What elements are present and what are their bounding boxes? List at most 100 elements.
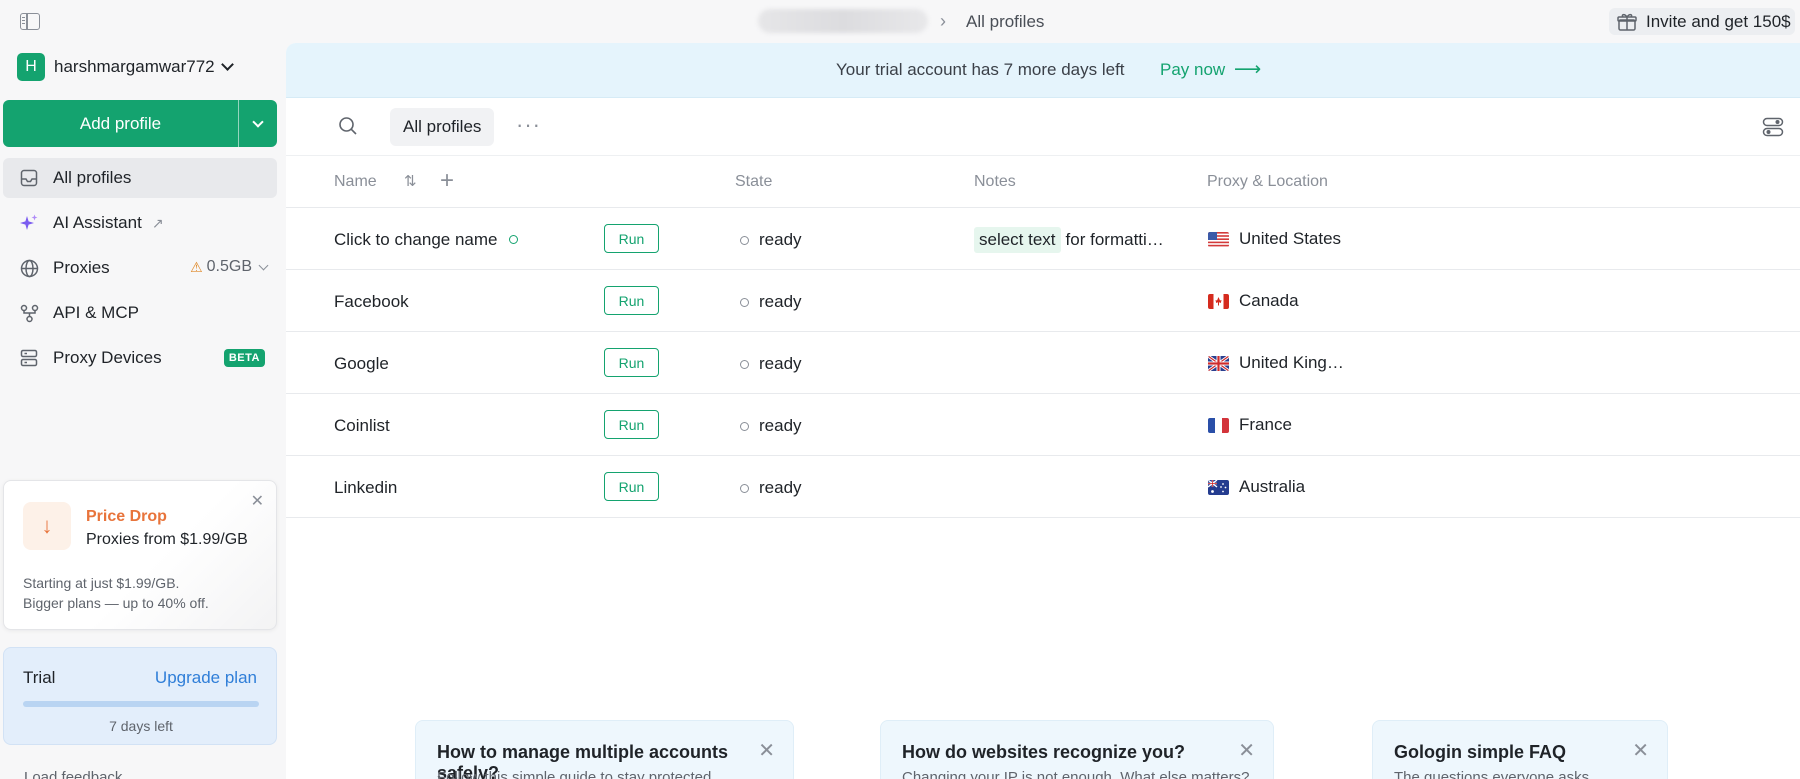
run-button[interactable]: Run <box>604 472 659 501</box>
close-icon[interactable]: ✕ <box>1238 738 1255 763</box>
run-button[interactable]: Run <box>604 224 659 253</box>
profile-name[interactable]: Click to change name <box>334 230 519 250</box>
state-text: ready <box>759 292 802 311</box>
sidebar-item-all-profiles[interactable]: All profiles <box>3 158 277 198</box>
sort-icon[interactable]: ⇅ <box>404 172 417 190</box>
trial-progress-bar <box>23 701 259 707</box>
price-drop-promo[interactable]: ↓ Price Drop Proxies from $1.99/GB ✕ Sta… <box>3 480 277 630</box>
account-name: harshmargamwar772 <box>54 57 215 76</box>
view-settings-icon[interactable] <box>1762 117 1784 142</box>
proxy-location: United King… <box>1239 353 1344 372</box>
note-tag: select text <box>974 227 1061 253</box>
help-card[interactable]: How do websites recognize you? Changing … <box>880 720 1274 779</box>
state-text: ready <box>759 354 802 373</box>
sidebar-item-label: Load feedback <box>24 769 123 779</box>
profile-proxy[interactable]: United King… <box>1208 353 1344 373</box>
sidebar: H harshmargamwar772 Add profile All prof… <box>0 43 286 779</box>
profile-name[interactable]: Coinlist <box>334 416 390 436</box>
promo-title: Price Drop <box>86 508 167 525</box>
run-button[interactable]: Run <box>604 348 659 377</box>
sidebar-toggle-icon[interactable] <box>20 13 40 30</box>
profile-proxy[interactable]: United States <box>1208 229 1341 249</box>
search-icon[interactable] <box>338 116 358 141</box>
sidebar-item-proxies[interactable]: Proxies ⚠ 0.5GB <box>3 248 277 288</box>
promo-line: Bigger plans — up to 40% off. <box>23 595 209 611</box>
upgrade-plan-link[interactable]: Upgrade plan <box>155 668 257 688</box>
help-cards: How to manage multiple accounts safely? … <box>286 720 1800 779</box>
sidebar-item-proxy-devices[interactable]: Proxy Devices BETA <box>3 338 277 378</box>
trial-panel: Trial Upgrade plan 7 days left <box>3 647 277 745</box>
profiles-table: Click to change name Run ready select te… <box>286 208 1800 518</box>
profile-name-text: Click to change name <box>334 230 498 249</box>
more-icon[interactable]: ··· <box>516 112 541 138</box>
proxy-location: Australia <box>1239 477 1306 496</box>
breadcrumb-workspace-blurred[interactable] <box>758 9 928 33</box>
breadcrumb-current: All profiles <box>966 12 1045 31</box>
add-profile-button[interactable]: Add profile <box>3 100 239 147</box>
invite-label: Invite and get 150$ <box>1646 11 1791 31</box>
invite-button[interactable]: Invite and get 150$ <box>1609 8 1795 35</box>
column-header-name[interactable]: Name <box>334 173 377 191</box>
promo-subtitle: Proxies from $1.99/GB <box>86 531 248 548</box>
profile-proxy[interactable]: Canada <box>1208 291 1299 311</box>
profile-name-text: Google <box>334 354 389 373</box>
sidebar-item-label: Proxies <box>53 258 110 277</box>
server-icon <box>19 348 39 368</box>
tab-all-profiles[interactable]: All profiles <box>390 108 495 146</box>
table-row[interactable]: Linkedin Run ready Australia <box>286 456 1800 518</box>
table-row[interactable]: Google Run ready United King… <box>286 332 1800 394</box>
close-icon[interactable]: ✕ <box>758 738 775 763</box>
banner-text: Your trial account has 7 more days left <box>836 60 1125 79</box>
state-dot-icon <box>740 483 749 493</box>
help-card[interactable]: How to manage multiple accounts safely? … <box>415 720 794 779</box>
chevron-down-icon <box>258 260 269 270</box>
state-text: ready <box>759 230 802 249</box>
run-button[interactable]: Run <box>604 286 659 315</box>
au-flag-icon <box>1208 479 1229 495</box>
proxy-location: France <box>1239 415 1292 434</box>
proxy-usage[interactable]: ⚠ 0.5GB <box>190 258 269 276</box>
card-subtitle: The questions everyone asks <box>1394 769 1590 779</box>
help-card[interactable]: Gologin simple FAQ The questions everyon… <box>1372 720 1668 779</box>
trial-progress-fill <box>23 701 259 707</box>
add-profile-dropdown-button[interactable] <box>239 100 277 147</box>
state-dot-icon <box>740 297 749 307</box>
us-flag-icon <box>1208 231 1229 247</box>
sidebar-item-label: AI Assistant <box>53 213 142 232</box>
profiles-toolbar: All profiles ··· <box>286 98 1800 156</box>
warning-icon: ⚠ <box>190 258 203 275</box>
state-text: ready <box>759 416 802 435</box>
sparkle-icon <box>19 213 39 233</box>
profile-name[interactable]: Facebook <box>334 292 409 312</box>
table-row[interactable]: Click to change name Run ready select te… <box>286 208 1800 270</box>
close-icon[interactable]: ✕ <box>251 491 264 511</box>
table-row[interactable]: Coinlist Run ready France <box>286 394 1800 456</box>
column-header-notes[interactable]: Notes <box>974 173 1016 191</box>
sidebar-item-api-mcp[interactable]: API & MCP <box>3 293 277 333</box>
profile-notes[interactable]: select text for formatti… <box>974 227 1164 253</box>
profile-name[interactable]: Google <box>334 354 389 374</box>
close-icon[interactable]: ✕ <box>1632 738 1649 763</box>
profile-proxy[interactable]: Australia <box>1208 477 1305 497</box>
proxy-usage-value: 0.5GB <box>206 258 252 275</box>
table-row[interactable]: Facebook Run ready Canada <box>286 270 1800 332</box>
arrow-right-icon[interactable]: ⟶ <box>1234 58 1261 81</box>
sidebar-item-ai-assistant[interactable]: AI Assistant ↗ <box>3 203 277 243</box>
top-bar: › All profiles Invite and get 150$ <box>0 0 1800 43</box>
profile-state: ready <box>740 478 802 498</box>
run-button[interactable]: Run <box>604 410 659 439</box>
pay-now-link[interactable]: Pay now <box>1160 60 1225 80</box>
add-column-icon[interactable]: + <box>440 167 454 195</box>
account-switcher[interactable]: H harshmargamwar772 <box>17 53 234 81</box>
column-header-proxy[interactable]: Proxy & Location <box>1207 173 1328 191</box>
chevron-down-icon <box>252 115 264 128</box>
beta-badge: BETA <box>223 349 265 367</box>
state-dot-icon <box>740 421 749 431</box>
profile-state: ready <box>740 230 802 250</box>
sidebar-item-cut-off[interactable]: Load feedback <box>24 769 174 779</box>
column-header-state[interactable]: State <box>735 173 772 191</box>
avatar: H <box>17 53 45 81</box>
profile-proxy[interactable]: France <box>1208 415 1292 435</box>
profile-name[interactable]: Linkedin <box>334 478 397 498</box>
globe-icon <box>19 258 39 278</box>
